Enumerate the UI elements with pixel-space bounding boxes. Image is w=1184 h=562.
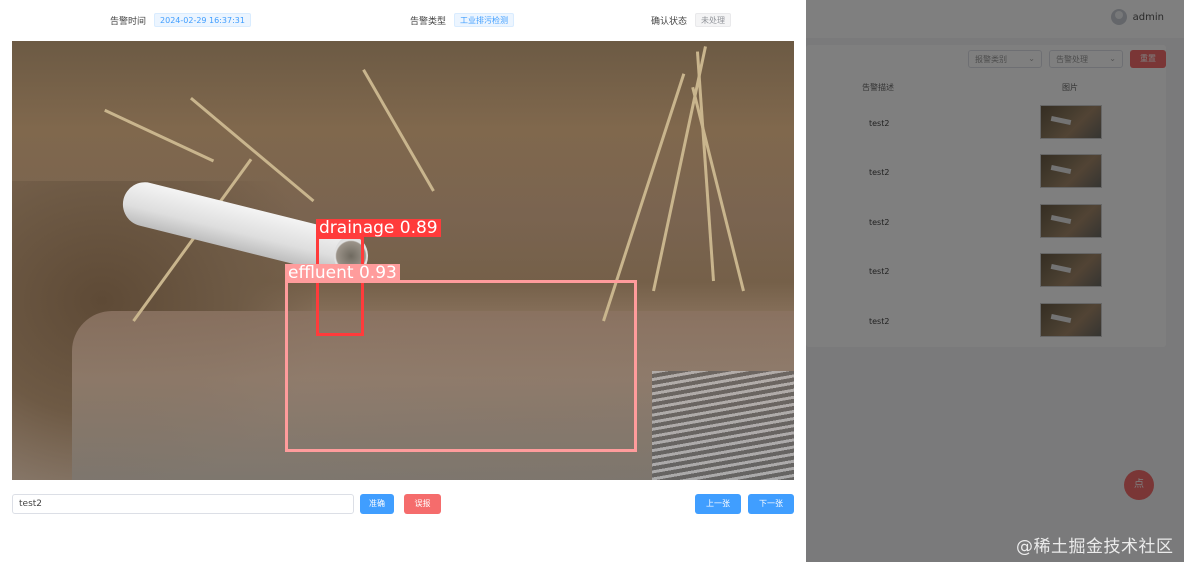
image-reed [362,69,435,192]
alarm-type-field: 告警类型 工业排污检测 [410,13,515,27]
alarm-time-field: 告警时间 2024-02-29 16:37:31 [110,13,251,27]
confirm-status-label: 确认状态 [651,16,688,27]
alarm-time-value: 2024-02-29 16:37:31 [154,13,251,27]
confirm-status-field: 确认状态 未处理 [651,13,732,27]
alarm-info-row: 告警时间 2024-02-29 16:37:31 告警类型 工业排污检测 确认状… [0,13,806,29]
remark-input[interactable] [12,494,354,514]
alarm-time-label: 告警时间 [110,16,147,27]
next-button[interactable]: 下一张 [748,494,794,514]
alarm-type-value: 工业排污检测 [454,13,515,27]
image-reed [691,86,745,292]
accurate-button[interactable]: 准确 [360,494,394,514]
detection-label-drainage: drainage 0.89 [316,219,441,237]
confirm-status-badge: 未处理 [695,13,732,27]
previous-button[interactable]: 上一张 [695,494,741,514]
false-alarm-button[interactable]: 误报 [404,494,441,514]
detection-image: drainage 0.89 effluent 0.93 [12,41,794,480]
alarm-review-dialog: 告警时间 2024-02-29 16:37:31 告警类型 工业排污检测 确认状… [0,0,806,562]
review-actions-bar: 准确 误报 上一张 下一张 [12,494,794,516]
image-water-reflection [652,371,794,480]
image-reed [104,108,215,163]
detection-box-effluent [285,280,637,452]
watermark: @稀土掘金技术社区 [1016,537,1174,557]
detection-label-effluent: effluent 0.93 [285,264,400,282]
page: admin 报警类别 ⌄ 告警处理 ⌄ 重置 告警描述 图片 test2 tes… [0,0,1184,562]
alarm-type-label: 告警类型 [410,16,447,27]
